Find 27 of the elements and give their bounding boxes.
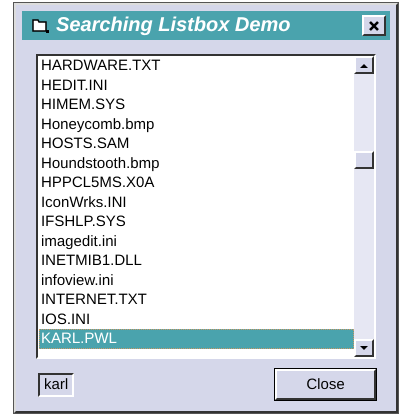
list-item[interactable]: Honeycomb.bmp: [39, 114, 354, 134]
list-item[interactable]: Houndstooth.bmp: [39, 154, 354, 173]
list-item[interactable]: infoview.ini: [39, 270, 354, 290]
close-dialog-button[interactable]: Close: [275, 369, 376, 400]
scroll-up-button[interactable]: [354, 56, 374, 74]
list-item[interactable]: HEDIT.INI: [39, 76, 354, 95]
scroll-thumb[interactable]: [354, 151, 374, 169]
close-button[interactable]: [362, 15, 386, 36]
list-item[interactable]: IconWrks.INI: [39, 192, 354, 212]
search-text: karl: [38, 372, 74, 396]
list-item[interactable]: imagedit.ini: [39, 232, 354, 251]
file-list[interactable]: HARDWARE.TXT HEDIT.INI HIMEM.SYS Honeycomb.bmp HOSTS.SAM Houndstooth.bmp HPPCL5MS.X0A IconWrks.INI IFSHLP.SYS imagedit.ini INETMIB1.DLL infoview.ini INTERNET.TXT IOS.INI KARL.PWL: [36, 54, 376, 359]
window-icon: [32, 18, 50, 34]
list-item[interactable]: HOSTS.SAM: [39, 134, 354, 154]
list-item[interactable]: INTERNET.TXT: [39, 290, 354, 310]
up-arrow-icon: [360, 62, 368, 68]
list-item[interactable]: IOS.INI: [39, 310, 354, 329]
down-arrow-icon: [360, 346, 368, 350]
close-icon: [368, 20, 380, 32]
scrollbar[interactable]: [354, 56, 374, 357]
list-item[interactable]: INETMIB1.DLL: [39, 251, 354, 270]
list-item[interactable]: HIMEM.SYS: [39, 95, 354, 114]
list-item[interactable]: HARDWARE.TXT: [39, 56, 354, 76]
window-title: Searching Listbox Demo: [56, 14, 292, 37]
scroll-down-button[interactable]: [354, 339, 374, 357]
list-item[interactable]: IFSHLP.SYS: [39, 212, 354, 232]
list-item[interactable]: HPPCL5MS.X0A: [39, 173, 354, 192]
